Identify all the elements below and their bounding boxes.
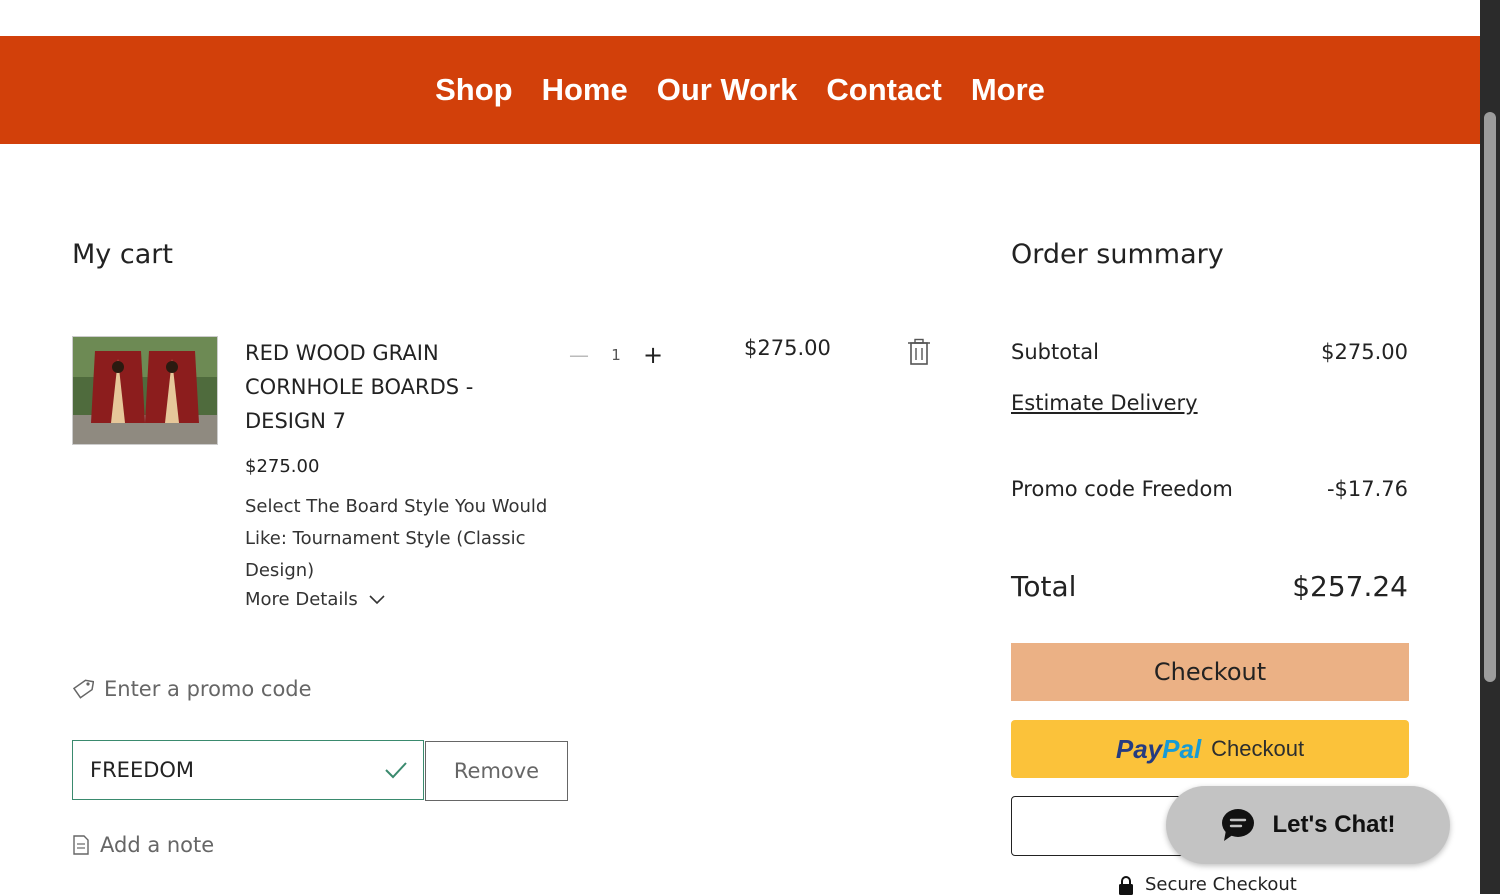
chat-label: Let's Chat! <box>1272 811 1396 838</box>
nav-more[interactable]: More <box>971 72 1045 108</box>
cart-title: My cart <box>72 239 173 270</box>
paypal-checkout-label: Checkout <box>1211 736 1305 761</box>
remove-promo-button[interactable]: Remove <box>425 741 568 801</box>
checkout-button[interactable]: Checkout <box>1011 643 1409 701</box>
nav-shop[interactable]: Shop <box>435 72 513 108</box>
promo-code-toggle[interactable]: Enter a promo code <box>72 677 312 701</box>
promo-discount-value: -$17.76 <box>1326 477 1408 501</box>
promo-toggle-label: Enter a promo code <box>104 677 312 701</box>
remove-item-button[interactable] <box>906 338 932 366</box>
chat-widget-button[interactable]: Let's Chat! <box>1166 786 1450 864</box>
product-image <box>73 337 217 444</box>
product-unit-price: $275.00 <box>245 456 320 477</box>
total-label: Total <box>1011 570 1077 603</box>
line-total: $275.00 <box>744 336 831 360</box>
promo-discount-label: Promo code Freedom <box>1011 477 1233 501</box>
trash-icon <box>908 338 930 365</box>
page-scrollbar[interactable] <box>1480 0 1500 894</box>
paypal-logo: PayPal <box>1116 734 1201 765</box>
promo-code-field[interactable] <box>72 740 424 800</box>
paypal-logo-pay: Pay <box>1115 733 1163 764</box>
estimate-delivery-link[interactable]: Estimate Delivery <box>1011 391 1198 415</box>
quantity-decrease-button[interactable]: — <box>566 343 592 367</box>
nav-our-work[interactable]: Our Work <box>657 72 798 108</box>
total-value: $257.24 <box>1292 570 1408 603</box>
quantity-increase-button[interactable]: + <box>640 341 666 369</box>
subtotal-value: $275.00 <box>1321 340 1408 364</box>
product-thumbnail[interactable] <box>72 336 218 445</box>
lock-icon <box>1119 875 1133 895</box>
nav-contact[interactable]: Contact <box>826 72 941 108</box>
main-nav: Shop Home Our Work Contact More <box>0 36 1480 144</box>
subtotal-label: Subtotal <box>1011 340 1099 364</box>
add-note-toggle[interactable]: Add a note <box>72 833 214 857</box>
secure-checkout: Secure Checkout <box>1117 874 1297 895</box>
quantity-stepper[interactable]: — 1 + <box>566 338 666 372</box>
paypal-checkout-button[interactable]: PayPal Checkout <box>1011 720 1409 778</box>
promo-code-input[interactable] <box>73 741 390 799</box>
quantity-value[interactable]: 1 <box>592 346 640 364</box>
chevron-down-icon <box>369 594 385 604</box>
secure-checkout-label: Secure Checkout <box>1145 874 1297 895</box>
tag-icon <box>72 679 94 699</box>
product-name[interactable]: RED WOOD GRAIN CORNHOLE BOARDS - DESIGN … <box>245 336 515 438</box>
add-note-label: Add a note <box>100 833 215 857</box>
check-icon <box>385 762 407 779</box>
paypal-logo-pal: Pal <box>1162 733 1202 764</box>
more-details-label: More Details <box>245 589 358 610</box>
scrollbar-thumb[interactable] <box>1484 112 1496 682</box>
order-summary-title: Order summary <box>1011 239 1224 270</box>
more-details-toggle[interactable]: More Details <box>245 589 386 610</box>
chat-bubble-icon <box>1222 809 1255 841</box>
nav-home[interactable]: Home <box>542 72 628 108</box>
product-option: Select The Board Style You Would Like: T… <box>245 496 548 581</box>
note-icon <box>73 835 89 855</box>
